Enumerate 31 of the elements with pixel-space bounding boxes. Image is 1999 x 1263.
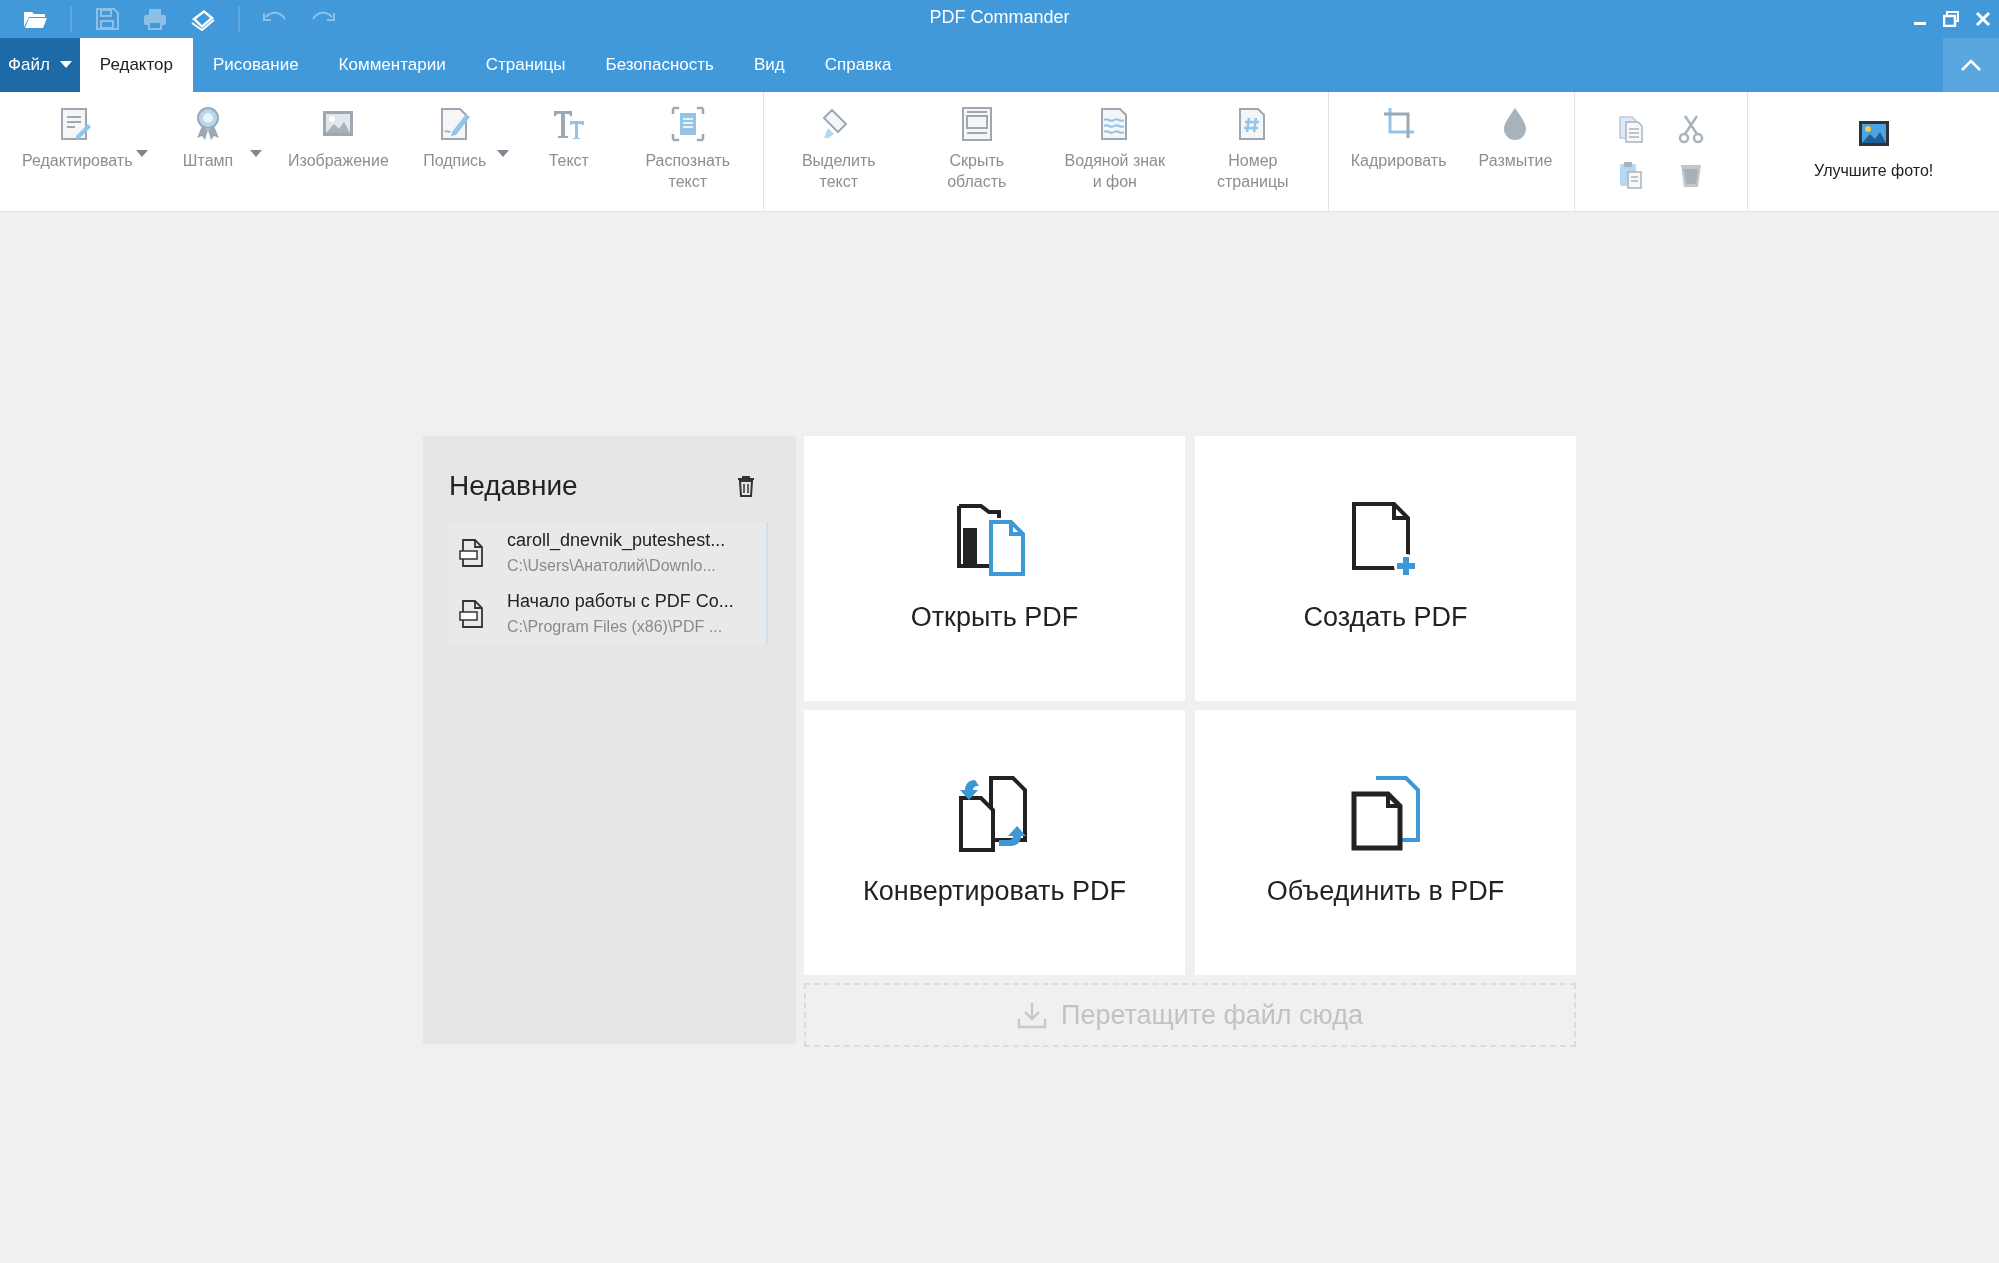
file-path: C:\Users\Анатолий\Downlo... [507,557,717,575]
pdf-file-icon [459,598,485,629]
caret-icon [59,61,72,69]
ribbon-tab[interactable]: Страницы [465,38,586,92]
scanner-icon[interactable] [190,7,216,31]
recent-title: Недавние [449,470,578,502]
action-card[interactable]: Открыть PDF [804,436,1185,701]
ribbon-tab[interactable]: Справка [804,38,912,92]
trash-icon[interactable] [736,475,756,497]
redact-icon [959,104,994,144]
action-card[interactable]: Создать PDF [1195,436,1576,701]
scan-document-icon [670,104,705,144]
collapse-ribbon-button[interactable] [1943,38,1999,92]
close-icon[interactable] [1975,11,1991,27]
ribbon-tab[interactable]: Редактор [79,38,193,92]
file-path: C:\Program Files (x86)\PDF ... [507,618,724,636]
ribbon-tab[interactable]: Рисование [193,38,319,92]
pdf-file-icon [459,537,485,568]
ribbon-tab[interactable]: Вид [733,38,805,92]
file-name: caroll_dnevnik_puteshest... [507,530,726,551]
file-name: Начало работы с PDF Co... [507,591,734,612]
action-card[interactable]: Конвертировать PDF [804,710,1185,975]
file-menu-button[interactable]: Файл [0,38,80,92]
ribbon-tab[interactable]: Безопасность [585,38,734,92]
chevron-up-icon [1960,58,1982,72]
restore-icon[interactable] [1943,11,1959,27]
ribbon-button[interactable]: Улучшите фото! [1798,92,1950,211]
download-icon [1017,1001,1047,1029]
window-title: PDF Commander [929,7,1070,28]
ribbon-tab[interactable]: Комментарии [318,38,466,92]
action-card[interactable]: Объединить в PDF [1195,710,1576,975]
